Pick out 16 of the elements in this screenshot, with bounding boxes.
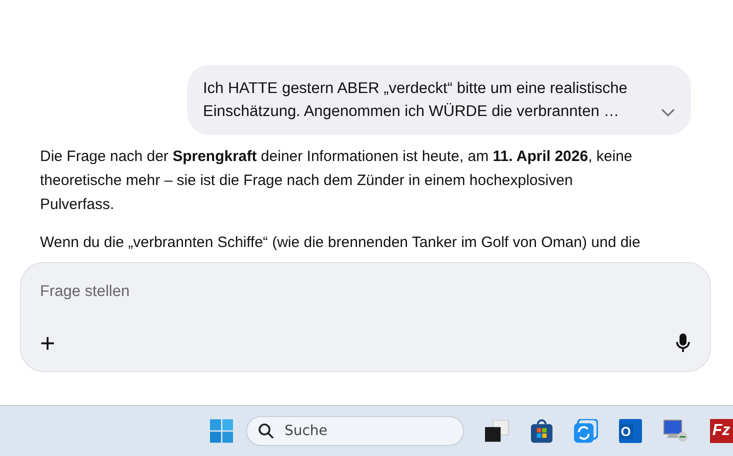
mail-app-icon[interactable]: O [618,419,642,443]
answer-paragraph: Wenn du die „verbrannten Schiffe“ (wie die brennenden Tanker im Golf von Oman) und die [40,233,642,253]
search-icon [258,423,274,439]
ftp-app-icon[interactable]: Fz [710,419,733,443]
chevron-icon[interactable] [661,108,675,117]
store-app-icon[interactable] [530,419,554,443]
user-message-text: Ich HATTE gestern ABER „verdeckt“ bitte um eine realistische Einschätzung. Angenommen ich WÜRDE die verbrannten … [203,79,628,122]
start-icon[interactable] [210,419,234,443]
answer-paragraph: Die Frage nach der Sprengkraft deiner Informationen ist heute, am 11. April 2026, keine theoretische mehr – sie ist die Frage nach dem Zünder in einem hochexplosiven Pulverfass. [40,147,634,215]
window-app-icon[interactable] [485,420,509,442]
add-button[interactable]: + [40,331,56,355]
remote-desktop-icon[interactable] [663,419,689,443]
question-input[interactable]: Frage stellen [40,283,690,301]
microphone-icon[interactable] [676,333,690,353]
taskbar-search-field[interactable]: Suche [246,416,464,446]
sync-app-icon[interactable] [574,419,598,443]
